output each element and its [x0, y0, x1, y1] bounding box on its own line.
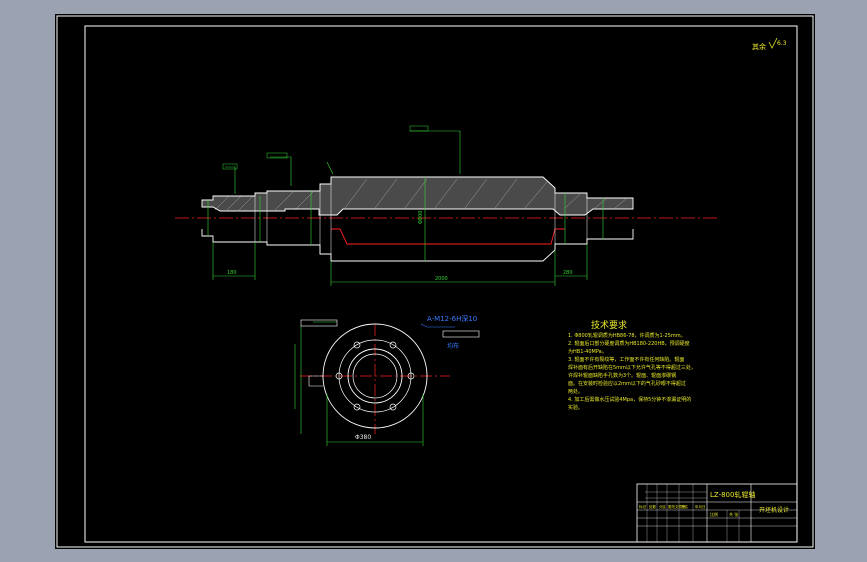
thread-frame	[442, 330, 480, 338]
section-view: Φ380 A-M12-6H深10 均布	[294, 314, 480, 446]
tech-line-8: 两处。	[568, 388, 583, 395]
tech-requirements: 技术要求 1. Φ800轧辊调质为HB86-78，许调质为1-25mm。 2. …	[568, 319, 696, 411]
tech-line-4: 3. 辊面不许有裂纹等，工作面不许有任何缺陷。辊面	[568, 356, 684, 363]
roughness-note: 其余 6.3	[752, 37, 787, 51]
roughness-symbol-icon	[768, 37, 778, 49]
label-date: 年月日	[695, 504, 706, 509]
drawing-name: LZ-800轧辊轴	[710, 490, 755, 499]
keyway-cut	[308, 375, 323, 387]
cad-drawing: 其余 6.3 Φ800 180 2000 280 Φ380 A-M12-6H深1…	[56, 15, 814, 548]
annotation-leader	[420, 323, 455, 328]
roughness-value: 6.3	[777, 40, 787, 47]
tech-line-9: 4. 加工后需做水压试验4Mpa，保持5分钟不渗漏证明的	[568, 396, 691, 403]
scale-label: 比例	[710, 511, 718, 517]
tech-line-7: 面。在安装时检验应以2mm以下的气孔砂眼不得超过	[568, 380, 686, 387]
label-mark: 标记	[639, 504, 647, 509]
section-datum-frame	[300, 319, 338, 327]
label-count: 处数	[649, 504, 657, 509]
section-dimension-label: Φ380	[355, 434, 371, 441]
section-label: A-M12-6H深10	[427, 314, 477, 323]
length-dimensions	[212, 242, 588, 286]
roughness-label: 其余	[752, 42, 766, 51]
section-tag: 均布	[447, 342, 459, 350]
tech-line-1: 1. Φ800轧辊调质为HB86-78，许调质为1-25mm。	[568, 332, 686, 339]
sheet-label: 共 张	[729, 511, 738, 517]
tech-line-5: 焊补面有后开缺陷在5mm以下允许气孔等不得超过三处，	[568, 364, 696, 371]
title-block: LZ-800轧辊轴 开坯机设计 标记 处数 分区 更改文件号 签名 年月日 比例…	[636, 483, 798, 543]
section-dimensions	[294, 321, 424, 446]
tolerance-frame-1	[409, 125, 429, 132]
shaft-side-view: Φ800 180 2000 280	[175, 125, 717, 286]
shaft-upper-section	[201, 176, 634, 216]
right-shaft-length-label: 280	[563, 270, 573, 276]
body-length-label: 2000	[435, 276, 448, 282]
inner-bore-line	[331, 228, 565, 245]
shaft-lower-outline	[201, 229, 634, 262]
label-zone: 分区	[659, 504, 667, 509]
tech-line-3: 为HB1-40MPa。	[568, 348, 607, 355]
tech-title: 技术要求	[591, 319, 627, 331]
design-title: 开坯机设计	[759, 506, 789, 514]
center-diameter-label: Φ800	[418, 211, 424, 224]
left-shaft-length-label: 180	[227, 270, 237, 276]
cad-viewport[interactable]: 其余 6.3 Φ800 180 2000 280 Φ380 A-M12-6H深1…	[55, 14, 815, 549]
tech-line-6: 许焊补辊面缺陷手孔数为3个。辊面、辊面渗碳钢	[568, 372, 676, 379]
inner-frame	[84, 25, 798, 543]
tech-line-10: 实验。	[568, 404, 583, 411]
label-sign: 签名	[681, 504, 688, 509]
tech-line-2: 2. 辊面后口部分硬度调质为HB180-220HB，预调硬度	[568, 340, 690, 347]
